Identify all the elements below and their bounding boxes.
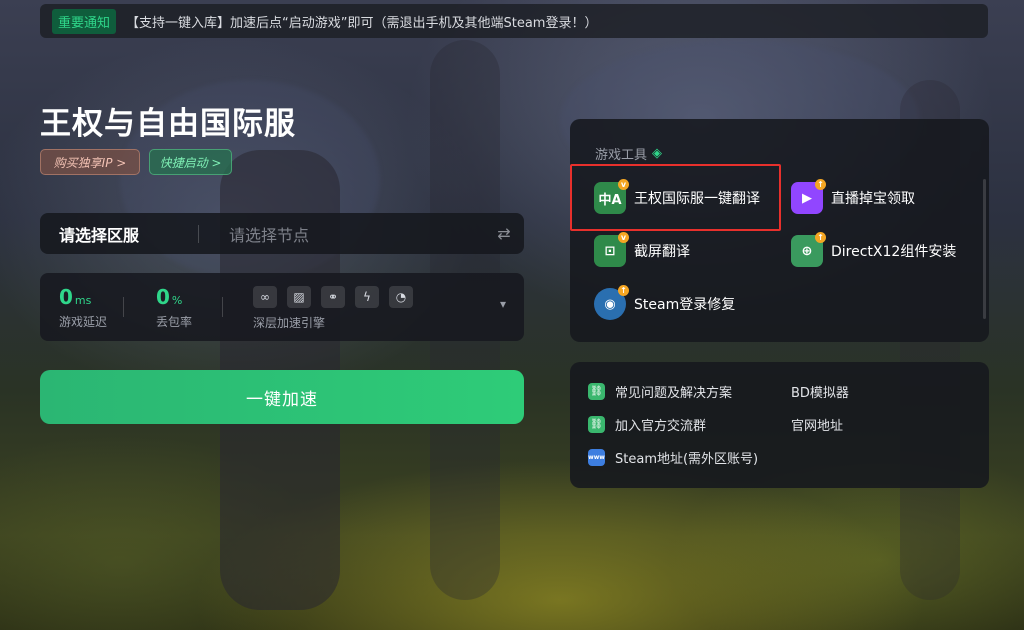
tool-screenshot-translate[interactable]: ⊡ v 截屏翻译 [594,232,690,267]
badge-icon: ↑ [618,285,629,296]
link-icon[interactable]: ∞ [253,286,277,308]
latency-label: 游戏延迟 [59,315,108,329]
divider [222,297,223,317]
gauge-icon[interactable]: ◔ [389,286,413,308]
buy-exclusive-ip-button[interactable]: 购买独享IP > [40,149,140,175]
packet-loss-value: 0 [156,285,170,309]
packet-loss-label: 丢包率 [156,315,193,329]
link-join-group[interactable]: ⛓ 加入官方交流群 [588,415,706,434]
twitch-icon: ▶ ↑ [791,179,826,214]
node-select[interactable]: 请选择节点 [199,222,484,246]
link-bd-emulator[interactable]: BD模拟器 [791,382,849,401]
game-title: 王权与自由国际服 [40,106,296,142]
notice-text: 【支持一键入库】加速后点“启动游戏”即可（需退出手机及其他端Steam登录！） [126,15,598,31]
tool-live-drops[interactable]: ▶ ↑ 直播掉宝领取 [791,179,915,214]
link-steam-address[interactable]: www Steam地址(需外区账号) [588,448,758,467]
tools-header: 游戏工具 ◈ [595,144,662,163]
cube-icon: ◈ [652,146,663,161]
link-icon: ⛓ [588,383,605,400]
icon-glyph: ⊕ [801,243,813,259]
divider [123,297,124,317]
link-faq[interactable]: ⛓ 常见问题及解决方案 [588,382,732,401]
engine-label: 深层加速引擎 [253,316,326,330]
tool-label: 直播掉宝领取 [831,191,915,207]
link-icon: ⛓ [588,416,605,433]
stats-panel: 0 ms 游戏延迟 0% 丢包率 ∞ ▨ ⚭ ϟ ◔ 深层加速引擎 ▾ [40,273,524,341]
icon-glyph: ▶ [802,190,812,206]
engine-icons: ∞ ▨ ⚭ ϟ ◔ [253,286,413,308]
latency-unit: ms [74,294,92,307]
packet-loss-unit: % [171,294,183,307]
swap-arrows-icon[interactable]: ⇄ [484,224,524,243]
lightning-icon[interactable]: ϟ [355,286,379,308]
icon-glyph: ◉ [604,296,616,312]
link-label: 官网地址 [791,419,844,434]
server-selector: 请选择区服 请选择节点 ⇄ [40,213,524,254]
link-label: BD模拟器 [791,386,849,401]
badge-icon: ↑ [815,232,826,243]
image-icon[interactable]: ▨ [287,286,311,308]
notice-tag: 重要通知 [52,8,117,34]
links-panel: ⛓ 常见问题及解决方案 BD模拟器 ⛓ 加入官方交流群 官网地址 www Ste… [570,362,989,488]
tool-label: 截屏翻译 [634,244,690,260]
region-select[interactable]: 请选择区服 [40,222,198,246]
badge-icon: ↑ [815,179,826,190]
packet-loss-stat: 0% 丢包率 [156,285,192,330]
notice-bar[interactable]: 重要通知 【支持一键入库】加速后点“启动游戏”即可（需退出手机及其他端Steam… [40,4,988,38]
link-official-site[interactable]: 官网地址 [791,415,843,434]
highlight-box [570,164,781,231]
tool-steam-login-fix[interactable]: ◉ ↑ Steam登录修复 [594,285,736,320]
tools-header-label: 游戏工具 [595,148,648,163]
link-label: Steam地址(需外区账号) [615,452,759,467]
latency-value: 0 [59,285,73,309]
scrollbar[interactable] [983,179,986,319]
icon-glyph: www [588,454,605,461]
game-tools-panel: 游戏工具 ◈ 中A v 王权国际服一键翻译 ▶ ↑ 直播掉宝领取 ⊡ v 截屏翻… [570,119,989,342]
latency-stat: 0 ms 游戏延迟 [59,285,107,330]
screenshot-translate-icon: ⊡ v [594,232,629,267]
www-icon: www [588,449,605,466]
icon-glyph: ⊡ [604,243,616,259]
link-label: 加入官方交流群 [615,419,707,434]
tool-label: Steam登录修复 [634,297,736,313]
badge-icon: v [618,232,629,243]
share-icon[interactable]: ⚭ [321,286,345,308]
directx-install-icon: ⊕ ↑ [791,232,826,267]
tool-directx12-install[interactable]: ⊕ ↑ DirectX12组件安装 [791,232,957,267]
tool-label: DirectX12组件安装 [831,244,957,260]
steam-icon: ◉ ↑ [594,285,629,320]
link-label: 常见问题及解决方案 [615,386,733,401]
chevron-down-icon[interactable]: ▾ [500,297,506,311]
quick-start-button[interactable]: 快捷启动 > [149,149,232,175]
accelerate-button[interactable]: 一键加速 [40,370,524,424]
